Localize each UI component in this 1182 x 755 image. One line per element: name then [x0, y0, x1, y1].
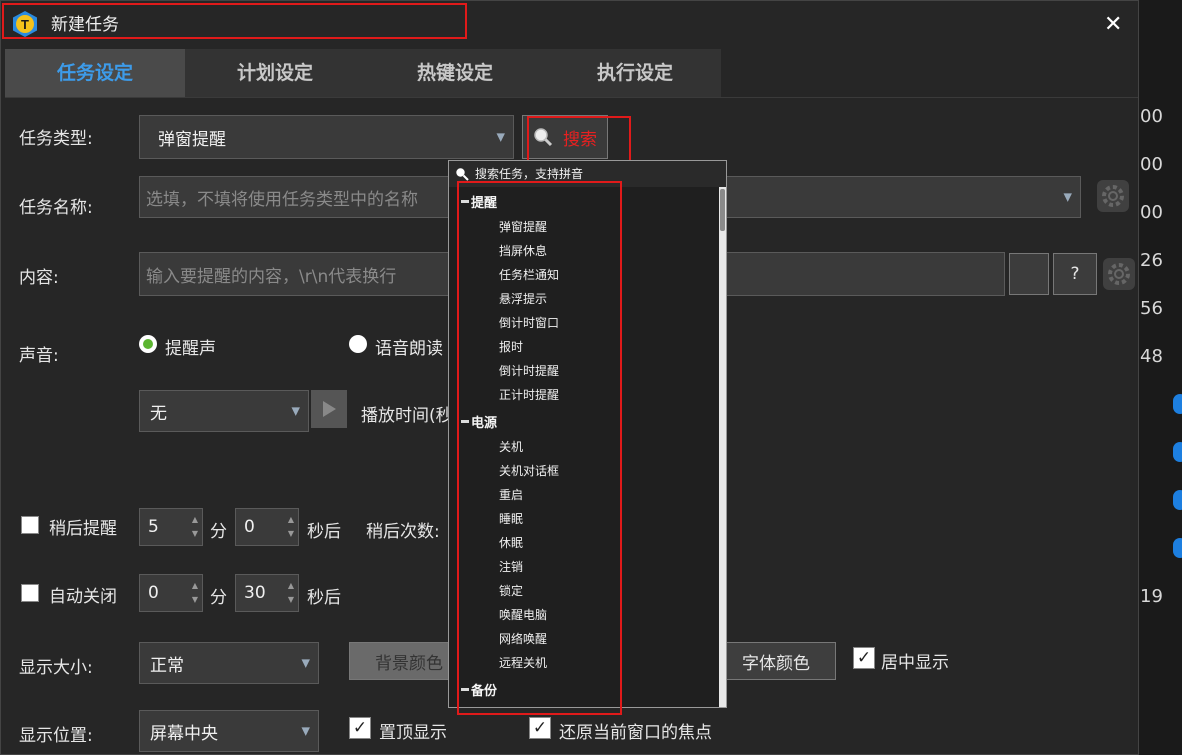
snooze-count-label: 稍后次数: [366, 522, 440, 542]
dropdown-search-placeholder: 搜索任务，支持拼音 [475, 167, 584, 181]
scrollbar-track[interactable] [719, 187, 726, 707]
task-name-label: 任务名称: [19, 198, 93, 218]
gear-icon[interactable] [1097, 180, 1129, 212]
snooze-sec-unit: 秒后 [307, 522, 341, 542]
background-dot [1173, 490, 1182, 510]
snooze-checkbox[interactable] [21, 516, 39, 534]
display-pos-select[interactable]: 屏幕中央 ▼ [139, 710, 319, 752]
restore-focus-checkbox[interactable]: ✓ [529, 717, 551, 739]
auto-close-seconds-stepper[interactable]: 30 ▲ ▼ [235, 574, 299, 612]
tab-bar: 任务设定 计划设定 热键设定 执行设定 [5, 49, 721, 97]
content-placeholder: 输入要提醒的内容，\r\n代表换行 [146, 266, 397, 287]
background-dot [1173, 394, 1182, 414]
auto-close-minutes-stepper[interactable]: 0 ▲ ▼ [139, 574, 203, 612]
display-pos-label: 显示位置: [19, 726, 93, 746]
snooze-label: 稍后提醒 [49, 519, 117, 539]
tab-task-settings[interactable]: 任务设定 [5, 49, 185, 97]
sound-label: 声音: [19, 346, 59, 366]
stepper-arrows-icon[interactable]: ▲ ▼ [192, 513, 198, 541]
background-number: 56 [1140, 298, 1163, 319]
auto-close-seconds-value: 30 [244, 583, 266, 603]
auto-close-checkbox[interactable] [21, 584, 39, 602]
snooze-min-unit: 分 [210, 522, 227, 542]
task-type-value: 弹窗提醒 [158, 129, 226, 150]
help-button[interactable]: ? [1053, 253, 1097, 295]
snooze-minutes-stepper[interactable]: 5 ▲ ▼ [139, 508, 203, 546]
topmost-label: 置顶显示 [379, 723, 447, 743]
title-highlight-box [2, 3, 467, 39]
radio-voice-read[interactable] [349, 335, 367, 353]
chevron-down-icon: ▼ [1063, 190, 1072, 204]
restore-focus-label: 还原当前窗口的焦点 [559, 723, 712, 743]
stepper-arrows-icon[interactable]: ▲ ▼ [288, 513, 294, 541]
chevron-down-icon: ▼ [301, 724, 310, 738]
new-task-dialog: T 新建任务 ✕ 任务设定 计划设定 热键设定 执行设定 任务类型: 弹窗提醒 … [0, 0, 1139, 755]
task-type-label: 任务类型: [19, 129, 93, 149]
close-button[interactable]: ✕ [1104, 12, 1122, 37]
content-label: 内容: [19, 268, 59, 288]
chevron-down-icon: ▼ [301, 656, 310, 670]
background-number: 26 [1140, 250, 1163, 271]
search-highlight-box [527, 116, 631, 164]
gear-icon[interactable] [1103, 258, 1135, 290]
chevron-down-icon: ▼ [496, 130, 505, 144]
background-dot [1173, 538, 1182, 558]
insert-button[interactable] [1009, 253, 1049, 295]
font-color-button[interactable]: 字体颜色 [716, 642, 836, 680]
display-size-value: 正常 [150, 655, 184, 676]
tab-hotkey-settings[interactable]: 热键设定 [365, 49, 545, 97]
play-time-label: 播放时间(秒 [361, 406, 453, 426]
list-highlight-box [457, 181, 622, 715]
tab-schedule-settings[interactable]: 计划设定 [185, 49, 365, 97]
task-name-placeholder: 选填，不填将使用任务类型中的名称 [146, 189, 418, 210]
stepper-arrows-icon[interactable]: ▲ ▼ [192, 579, 198, 607]
background-number: 19 [1140, 586, 1163, 607]
scrollbar-thumb[interactable] [720, 189, 725, 231]
title-bar[interactable]: T 新建任务 ✕ [1, 1, 1138, 46]
center-display-label: 居中显示 [881, 653, 949, 673]
sound-select[interactable]: 无 ▼ [139, 390, 309, 432]
background-number: 00 [1140, 202, 1163, 223]
auto-close-label: 自动关闭 [49, 587, 117, 607]
display-pos-value: 屏幕中央 [150, 723, 218, 744]
magnifier-icon [456, 168, 469, 181]
tab-execution-settings[interactable]: 执行设定 [545, 49, 725, 97]
background-number: 00 [1140, 154, 1163, 175]
play-icon [323, 401, 336, 417]
display-size-label: 显示大小: [19, 658, 93, 678]
background-dot [1173, 442, 1182, 462]
auto-close-min-unit: 分 [210, 588, 227, 608]
topmost-checkbox[interactable]: ✓ [349, 717, 371, 739]
auto-close-minutes-value: 0 [148, 583, 159, 603]
radio-alert-sound[interactable] [139, 335, 157, 353]
sound-value: 无 [150, 403, 167, 424]
radio-voice-read-label: 语音朗读 [375, 339, 443, 359]
snooze-seconds-value: 0 [244, 517, 255, 537]
center-display-checkbox[interactable]: ✓ [853, 647, 875, 669]
background-number: 00 [1140, 106, 1163, 127]
display-size-select[interactable]: 正常 ▼ [139, 642, 319, 684]
chevron-down-icon: ▼ [291, 404, 300, 418]
stepper-arrows-icon[interactable]: ▲ ▼ [288, 579, 294, 607]
play-button[interactable] [311, 390, 347, 428]
auto-close-sec-unit: 秒后 [307, 588, 341, 608]
radio-alert-sound-label: 提醒声 [165, 339, 216, 359]
snooze-seconds-stepper[interactable]: 0 ▲ ▼ [235, 508, 299, 546]
task-type-select[interactable]: 弹窗提醒 ▼ [139, 115, 514, 159]
background-number: 48 [1140, 346, 1163, 367]
snooze-minutes-value: 5 [148, 517, 159, 537]
divider [5, 97, 1138, 98]
